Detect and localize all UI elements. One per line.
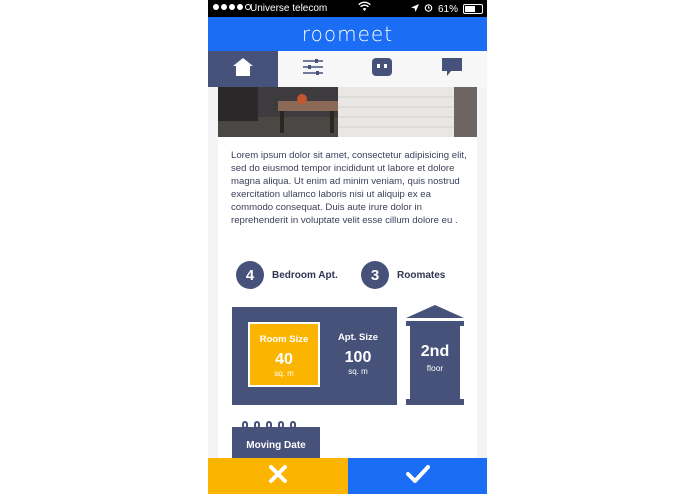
app-logo-title: roomeet: [301, 22, 394, 46]
tab-home[interactable]: [208, 51, 278, 87]
battery-icon: [463, 4, 483, 14]
building-roof-icon: [406, 305, 464, 318]
apt-size-box: Apt. Size 100 sq. m: [328, 322, 388, 387]
status-bar: Universe telecom 61%: [208, 0, 487, 17]
roommates-label: Roomates: [397, 269, 446, 281]
roommates-stat: 3 Roomates: [361, 261, 445, 289]
chat-bubble-icon: [441, 57, 463, 82]
tab-matches[interactable]: [348, 51, 418, 87]
apt-size-value: 100: [344, 349, 372, 366]
listing-description: Lorem ipsum dolor sit amet, consectetur …: [231, 150, 467, 226]
calendar-rings-icon: [242, 421, 296, 429]
carrier-name: Universe telecom: [250, 3, 328, 14]
moving-date-title: Moving Date: [246, 440, 306, 451]
roommates-count: 3: [361, 261, 389, 289]
bedrooms-count: 4: [236, 261, 264, 289]
close-x-icon: [268, 464, 288, 489]
signal-strength-icon: [213, 4, 251, 10]
home-icon: [232, 57, 254, 82]
floor-number: 2nd: [420, 343, 450, 360]
size-panel: Room Size 40 sq. m Apt. Size 100 sq. m: [232, 307, 397, 405]
app-header: roomeet: [208, 17, 487, 51]
room-size-value: 40: [275, 351, 293, 368]
location-arrow-icon: [410, 3, 419, 15]
room-size-title: Room Size: [259, 334, 309, 345]
checkmark-icon: [405, 464, 430, 489]
battery-percent: 61%: [437, 3, 458, 15]
apt-size-title: Apt. Size: [337, 332, 379, 343]
floor-badge: 2nd floor: [406, 305, 464, 407]
floor-label: floor: [426, 363, 444, 373]
wifi-icon: [358, 1, 371, 15]
bedrooms-stat: 4 Bedroom Apt.: [236, 261, 338, 289]
phone-screen: Universe telecom 61% roomeet Lorem ipsum…: [208, 0, 487, 494]
room-size-box: Room Size 40 sq. m: [248, 322, 320, 387]
tab-bar: [208, 51, 487, 87]
tab-messages[interactable]: [417, 51, 487, 87]
tab-filters[interactable]: [278, 51, 348, 87]
sliders-icon: [302, 58, 324, 81]
listing-card: Lorem ipsum dolor sit amet, consectetur …: [218, 87, 477, 467]
accept-button[interactable]: [348, 458, 487, 494]
apartment-photo: [218, 87, 477, 137]
alarm-clock-icon: [424, 3, 433, 15]
apt-size-unit: sq. m: [348, 367, 368, 376]
reject-button[interactable]: [208, 458, 348, 494]
bedrooms-label: Bedroom Apt.: [272, 269, 338, 281]
action-bar: [208, 458, 487, 494]
room-size-unit: sq. m: [274, 369, 294, 378]
robot-face-icon: [371, 57, 393, 82]
